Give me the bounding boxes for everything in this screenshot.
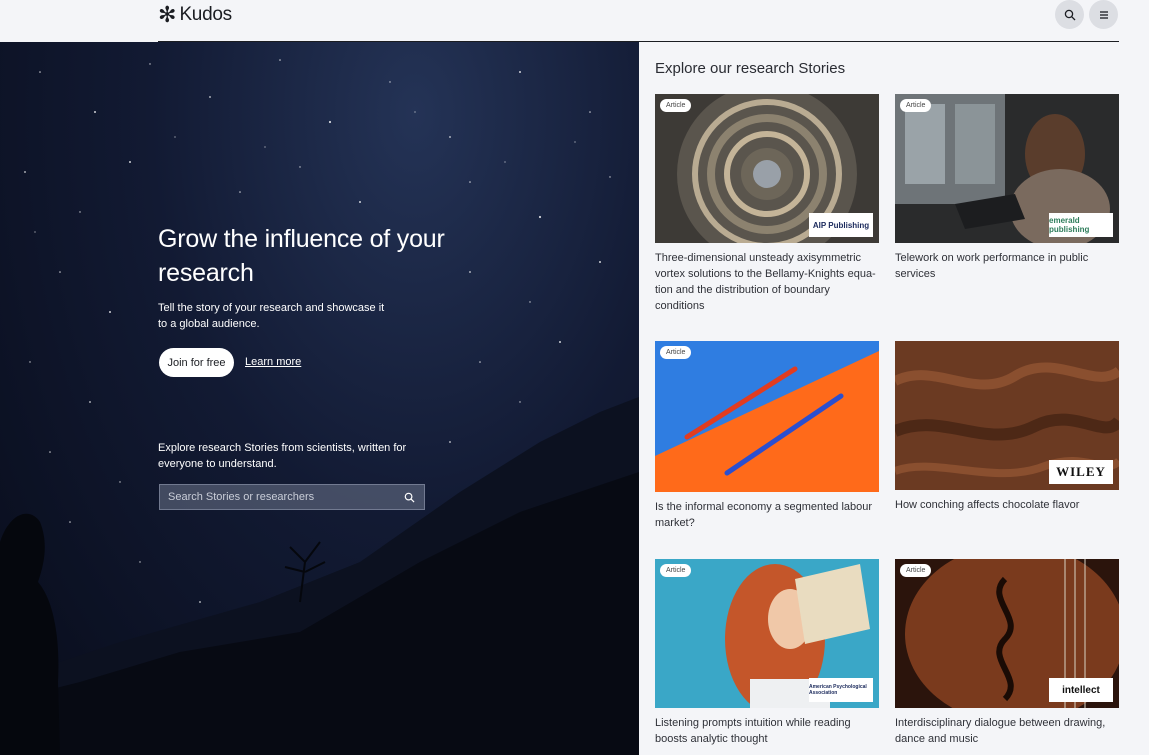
kudos-asterisk-icon: ✻ (158, 2, 177, 27)
kudos-logo[interactable]: ✻ Kudos (158, 4, 232, 26)
story-title[interactable]: Three-dimensional unsteady axisymmetric … (655, 250, 879, 314)
story-thumbnail[interactable]: WILEY (895, 341, 1119, 490)
article-badge: Article (660, 99, 692, 112)
story-card[interactable]: Article intellect Interdisciplinary dial… (895, 559, 1119, 747)
publisher-logo: intellect (1049, 678, 1113, 702)
search-icon (1064, 9, 1075, 20)
story-thumbnail[interactable]: Article emerald publishing (895, 94, 1119, 243)
explore-description: Explore research Stories from scientists… (158, 442, 407, 470)
hero-section: Grow the influence of your research Tell… (0, 42, 639, 755)
kudos-logo-text: Kudos (179, 4, 232, 25)
stories-panel: Explore our research Stories Article AIP… (639, 42, 1149, 755)
publisher-logo: emerald publishing (1049, 213, 1113, 237)
publisher-logo: WILEY (1049, 460, 1113, 484)
night-sky-background (0, 59, 639, 755)
story-title[interactable]: Telework on work performance in public s… (895, 250, 1119, 282)
story-search-input[interactable] (168, 491, 393, 503)
story-thumbnail[interactable]: Article AIP Publishing (655, 94, 879, 243)
publisher-logo: AIP Publishing (809, 213, 873, 237)
pencils-image (655, 341, 879, 492)
story-search-bar (159, 484, 425, 510)
story-title[interactable]: Listening prompts intuition while readin… (655, 715, 879, 747)
story-card[interactable]: Article emerald publishing Telework on w… (895, 94, 1119, 282)
hero-subtitle: Tell the story of your research and show… (158, 302, 385, 330)
article-badge: Article (660, 564, 692, 577)
story-thumbnail[interactable]: Article (655, 341, 879, 492)
article-badge: Article (900, 99, 932, 112)
story-title[interactable]: How conching affects chocolate flavor (895, 497, 1119, 513)
join-for-free-button[interactable]: Join for free (159, 348, 234, 377)
search-button[interactable] (1055, 0, 1084, 29)
hero-heading: Grow the influence of your research (158, 225, 445, 287)
article-badge: Article (660, 346, 692, 359)
story-card[interactable]: Article AIP Publishing Three-dimensional… (655, 94, 879, 314)
search-icon[interactable] (404, 492, 415, 503)
story-card[interactable]: Article Is the informal economy a segmen… (655, 341, 879, 531)
menu-icon (1099, 10, 1108, 19)
article-badge: Article (900, 564, 932, 577)
top-navigation-bar: ✻ Kudos (0, 0, 1149, 42)
story-thumbnail[interactable]: Article intellect (895, 559, 1119, 708)
story-title[interactable]: Interdisciplinary dialogue between drawi… (895, 715, 1119, 747)
menu-button[interactable] (1089, 0, 1118, 29)
learn-more-link[interactable]: Learn more (245, 356, 301, 368)
stories-section-title: Explore our research Stories (655, 60, 846, 77)
story-card[interactable]: Article American Psychological Associati… (655, 559, 879, 747)
publisher-logo: American Psychological Association (809, 678, 873, 702)
story-card[interactable]: WILEY How conching affects chocolate fla… (895, 341, 1119, 513)
story-thumbnail[interactable]: Article American Psychological Associati… (655, 559, 879, 708)
story-title[interactable]: Is the informal economy a segmented labo… (655, 499, 879, 531)
